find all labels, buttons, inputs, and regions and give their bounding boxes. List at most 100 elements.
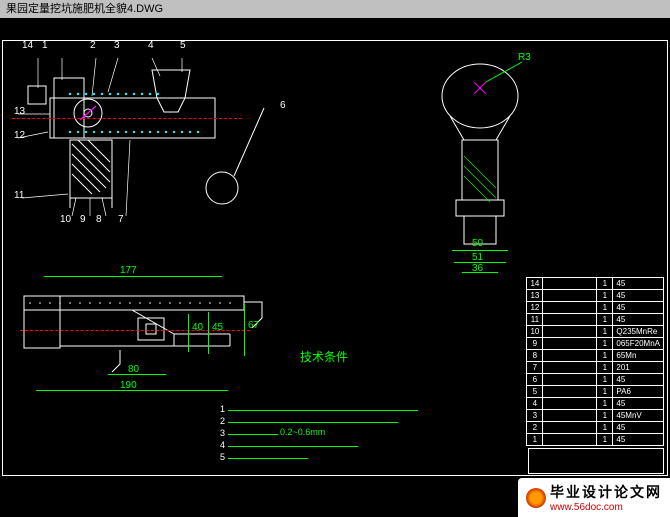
- table-row: 14145: [527, 278, 664, 290]
- tech-title: 技术条件: [300, 348, 348, 365]
- part-no: 13: [527, 290, 543, 302]
- parts-table: 14145131451214511145101Q235MnRe91065F20M…: [526, 277, 664, 446]
- watermark-logo-icon: [526, 488, 546, 508]
- part-qty: 1: [597, 302, 613, 314]
- part-name: [543, 302, 597, 314]
- table-row: 6 145: [527, 374, 664, 386]
- part-mat: 65Mn: [613, 350, 664, 362]
- part-qty: 1: [597, 434, 613, 446]
- part-qty: 1: [597, 338, 613, 350]
- leader-4: 4: [148, 40, 154, 51]
- leader-13: 13: [14, 106, 25, 117]
- note-frag: 0.2~0.6mm: [280, 427, 325, 437]
- part-name: [543, 410, 597, 422]
- part-no: 3: [527, 410, 543, 422]
- part-name: [543, 314, 597, 326]
- part-mat: 45: [613, 314, 664, 326]
- part-mat: 45: [613, 434, 664, 446]
- watermark-url: www.56doc.com: [550, 502, 662, 513]
- part-mat: 45: [613, 374, 664, 386]
- part-name: [543, 290, 597, 302]
- centerline-1: [12, 118, 242, 119]
- title-block: [528, 448, 664, 474]
- part-no: 10: [527, 326, 543, 338]
- part-name: [543, 434, 597, 446]
- dim-177: 177: [120, 265, 137, 276]
- part-mat: Q235MnRe: [613, 326, 664, 338]
- leader-7: 7: [118, 214, 124, 225]
- leader-1: 1: [42, 40, 48, 51]
- part-name: [543, 326, 597, 338]
- dim-190: 190: [120, 380, 137, 391]
- part-qty: 1: [597, 398, 613, 410]
- note-5: 5: [220, 452, 225, 462]
- leader-6: 6: [280, 100, 286, 111]
- part-no: 9: [527, 338, 543, 350]
- dim-51: 51: [472, 252, 483, 263]
- table-row: 10 1Q235MnRe: [527, 326, 664, 338]
- part-name: [543, 422, 597, 434]
- dim-45-line: [208, 312, 209, 354]
- note-4-line: [228, 446, 358, 447]
- note-3-line: [228, 434, 278, 435]
- part-no: 5: [527, 386, 543, 398]
- window-title-bar: 果园定量挖坑施肥机全貌4.DWG: [0, 0, 670, 18]
- table-row: 4 145: [527, 398, 664, 410]
- note-4: 4: [220, 440, 225, 450]
- radius-note: R3: [518, 52, 531, 63]
- part-mat: PA6: [613, 386, 664, 398]
- table-row: 2145: [527, 422, 664, 434]
- dim-177-line: [44, 276, 222, 277]
- part-qty: 1: [597, 386, 613, 398]
- note-2-line: [228, 422, 398, 423]
- table-row: 11145: [527, 314, 664, 326]
- window-title: 果园定量挖坑施肥机全貌4.DWG: [6, 3, 163, 15]
- dim-50: 50: [472, 238, 483, 249]
- note-3: 3: [220, 428, 225, 438]
- part-mat: 45: [613, 290, 664, 302]
- leader-2: 2: [90, 40, 96, 51]
- part-qty: 1: [597, 326, 613, 338]
- part-qty: 1: [597, 350, 613, 362]
- part-qty: 1: [597, 374, 613, 386]
- part-qty: 1: [597, 410, 613, 422]
- leader-12: 12: [14, 130, 25, 141]
- dim-40-line: [188, 314, 189, 352]
- part-no: 11: [527, 314, 543, 326]
- leader-3: 3: [114, 40, 120, 51]
- part-mat: 201: [613, 362, 664, 374]
- watermark: 毕业设计论文网 www.56doc.com: [518, 478, 670, 517]
- note-5-line: [228, 458, 308, 459]
- part-name: [543, 278, 597, 290]
- part-name: [543, 338, 597, 350]
- leader-9: 9: [80, 214, 86, 225]
- leader-11: 11: [14, 190, 24, 201]
- leader-10: 10: [60, 214, 71, 225]
- note-1: 1: [220, 404, 225, 414]
- table-row: 5 1PA6: [527, 386, 664, 398]
- bottom-left-view: [10, 268, 280, 398]
- part-no: 6: [527, 374, 543, 386]
- table-row: 3 145MnV: [527, 410, 664, 422]
- part-mat: 45MnV: [613, 410, 664, 422]
- part-no: 1: [527, 434, 543, 446]
- part-qty: 1: [597, 278, 613, 290]
- table-row: 12145: [527, 302, 664, 314]
- part-name: [543, 374, 597, 386]
- part-no: 12: [527, 302, 543, 314]
- part-qty: 1: [597, 362, 613, 374]
- part-name: [543, 386, 597, 398]
- part-no: 2: [527, 422, 543, 434]
- part-no: 4: [527, 398, 543, 410]
- dim-67-line: [244, 304, 245, 356]
- note-2: 2: [220, 416, 225, 426]
- table-row: 13 145: [527, 290, 664, 302]
- dim-36: 36: [472, 263, 483, 274]
- part-mat: 065F20MnA: [613, 338, 664, 350]
- dim-40: 40: [192, 322, 203, 333]
- dim-67: 67: [248, 320, 259, 331]
- table-row: 8165Mn: [527, 350, 664, 362]
- part-qty: 1: [597, 290, 613, 302]
- note-1-line: [228, 410, 418, 411]
- part-mat: 45: [613, 398, 664, 410]
